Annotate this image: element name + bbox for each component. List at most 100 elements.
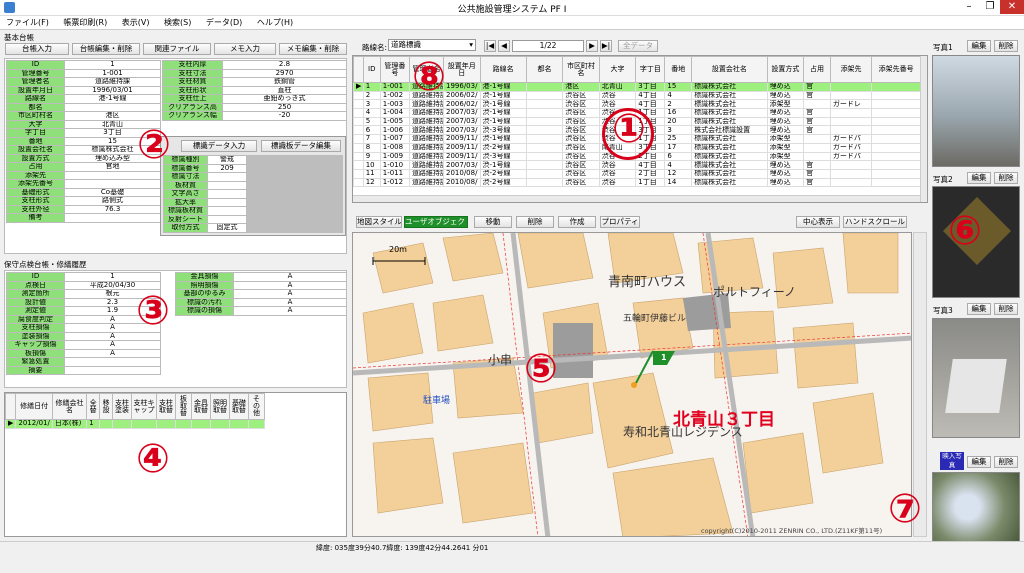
photo4-image[interactable] (932, 472, 1020, 542)
nav-prev-button[interactable]: ◀ (498, 40, 510, 52)
field-value[interactable]: 直柱 (222, 85, 347, 95)
field-value[interactable]: 固定式 (207, 223, 247, 233)
photo4-edit-button[interactable]: 編集 (967, 456, 991, 468)
photo1-edit-button[interactable]: 編集 (967, 40, 991, 52)
memo-edit-delete-button[interactable]: メモ編集・削除 (279, 43, 347, 55)
grid-column-header[interactable]: ID (362, 56, 381, 83)
history-column-header[interactable]: 修繕日付 (15, 393, 53, 420)
grid-column-header[interactable] (353, 56, 364, 83)
table-row[interactable]: ▶ 2012/01/日本(株) 1 (4, 419, 266, 429)
field-value[interactable]: A (64, 348, 161, 358)
history-column-header[interactable]: 基礎取替 (228, 393, 249, 420)
field-value[interactable]: 道路維持課 (64, 77, 161, 87)
route-select[interactable]: 道路標識 ▾ (388, 39, 476, 51)
page-indicator[interactable]: 1/22 (512, 40, 584, 52)
field-value[interactable]: 路側式 (64, 196, 161, 206)
maximize-button[interactable]: ❐ (980, 0, 1000, 14)
vertical-scrollbar[interactable] (920, 56, 927, 202)
photo2-delete-button[interactable]: 削除 (994, 172, 1018, 184)
field-value[interactable]: A (64, 340, 161, 350)
history-column-header[interactable]: 修繕会社名 (51, 393, 88, 420)
history-column-header[interactable]: 全替 (86, 393, 101, 420)
sign-board-edit-button[interactable]: 標識板データ編集 (261, 140, 341, 152)
table-row[interactable]: 11 1-011 道路維持課 2010/08/渋-2号線 渋谷区 渋谷 2丁目 12 標識株式会… (353, 168, 921, 179)
history-column-header[interactable]: 支柱塗装 (112, 393, 133, 420)
create-button[interactable]: 作成 (558, 216, 596, 228)
menu-view[interactable]: 表示(V) (116, 16, 156, 28)
minimize-button[interactable]: – (958, 0, 980, 14)
field-value[interactable]: 亜鉛めっき式 (222, 94, 347, 104)
field-value[interactable]: 1-001 (64, 68, 161, 78)
photo1-delete-button[interactable]: 削除 (994, 40, 1018, 52)
field-value[interactable]: 警戒 (207, 155, 247, 165)
history-column-header[interactable]: 支柱キャップ (131, 393, 158, 420)
nav-first-button[interactable]: |◀ (484, 40, 496, 52)
field-value[interactable]: 港区 (64, 111, 161, 121)
hand-scroll-button[interactable]: ハンドスクロール (843, 216, 907, 228)
field-value[interactable]: -20 (222, 111, 347, 121)
grid-column-header[interactable]: 路線名 (479, 56, 527, 83)
move-button[interactable]: 移動 (474, 216, 512, 228)
field-value[interactable] (64, 365, 161, 375)
field-value[interactable] (64, 357, 161, 367)
map-marker-id[interactable]: 1 (661, 353, 667, 362)
field-value[interactable]: 港-1号線 (64, 94, 161, 104)
menu-print[interactable]: 帳票印刷(R) (57, 16, 113, 28)
field-value[interactable] (207, 197, 247, 207)
photo2-edit-button[interactable]: 編集 (967, 172, 991, 184)
user-object-button[interactable]: ユーザオブジェクト (404, 216, 468, 228)
grid-column-header[interactable]: 設置方式 (766, 56, 805, 83)
history-column-header[interactable]: 移設 (99, 393, 114, 420)
field-value[interactable] (64, 102, 161, 112)
close-button[interactable]: ✕ (1000, 0, 1024, 14)
photo3-edit-button[interactable]: 編集 (967, 303, 991, 315)
field-value[interactable] (207, 180, 247, 190)
map-style-button[interactable]: 地図スタイル (356, 216, 402, 228)
table-row[interactable]: 10 1-010 道路維持課 2007/03/渋-1号線 渋谷区 渋谷 4丁目 4 標識株式会社… (353, 160, 921, 170)
field-value[interactable] (64, 213, 161, 223)
grid-column-header[interactable]: 添架先番号 (871, 56, 921, 83)
field-value[interactable] (207, 214, 247, 224)
photo3-delete-button[interactable]: 削除 (994, 303, 1018, 315)
field-value[interactable]: 1996/03/01 (64, 85, 161, 95)
field-value[interactable]: A (233, 306, 347, 316)
field-value[interactable] (207, 206, 247, 216)
table-row[interactable]: 12 1-012 道路維持課 2010/08/渋-2号線 渋谷区 渋谷 1丁目 14 標識株式会… (353, 177, 921, 188)
horizontal-scrollbar[interactable] (353, 195, 921, 202)
grid-column-header[interactable]: 市区町村名 (562, 56, 600, 83)
field-value[interactable]: Co基礎 (64, 187, 161, 197)
field-value[interactable]: A (233, 289, 347, 299)
grid-column-header[interactable]: 大字 (598, 56, 637, 83)
field-value[interactable] (207, 172, 247, 182)
grid-column-header[interactable]: 都名 (525, 56, 564, 83)
field-value[interactable] (207, 189, 247, 199)
menu-data[interactable]: データ(D) (200, 16, 248, 28)
field-value[interactable]: A (233, 297, 347, 307)
center-display-button[interactable]: 中心表示 (796, 216, 840, 228)
repair-history-grid[interactable]: 修繕日付 修繕会社名 全替 移設 支柱塗装 支柱キャップ 支柱取替 板取替 金具取替 照明取替 基礎… (4, 392, 347, 537)
photo3-image[interactable] (932, 318, 1020, 438)
grid-column-header[interactable]: 管理番号 (379, 56, 410, 83)
all-data-button[interactable]: 全データ (618, 40, 658, 52)
ledger-input-button[interactable]: 台帳入力 (5, 43, 69, 55)
menu-file[interactable]: ファイル(F) (0, 16, 55, 28)
field-value[interactable]: 1 (64, 272, 161, 282)
field-value[interactable]: 鉄鋼管 (222, 77, 347, 87)
nav-next-button[interactable]: ▶ (586, 40, 598, 52)
grid-column-header[interactable]: 字丁目 (635, 56, 666, 83)
grid-column-header[interactable]: 占用 (803, 56, 831, 83)
ledger-edit-delete-button[interactable]: 台帳編集・削除 (72, 43, 140, 55)
field-value[interactable]: 1 (64, 60, 161, 70)
field-value[interactable]: 76.3 (64, 204, 161, 214)
field-value[interactable]: 2.8 (222, 60, 347, 70)
field-value[interactable]: 209 (207, 163, 247, 173)
sign-data-input-button[interactable]: 標識データ入力 (181, 140, 257, 152)
nav-last-button[interactable]: ▶| (600, 40, 612, 52)
photo4-delete-button[interactable]: 削除 (994, 456, 1018, 468)
history-column-header[interactable]: 金具取替 (190, 393, 211, 420)
field-value[interactable] (64, 170, 161, 180)
history-column-header[interactable]: 支柱取替 (156, 393, 176, 420)
field-value[interactable]: A (233, 280, 347, 290)
history-column-header[interactable]: 照明取替 (209, 393, 230, 420)
field-value[interactable] (64, 179, 161, 189)
